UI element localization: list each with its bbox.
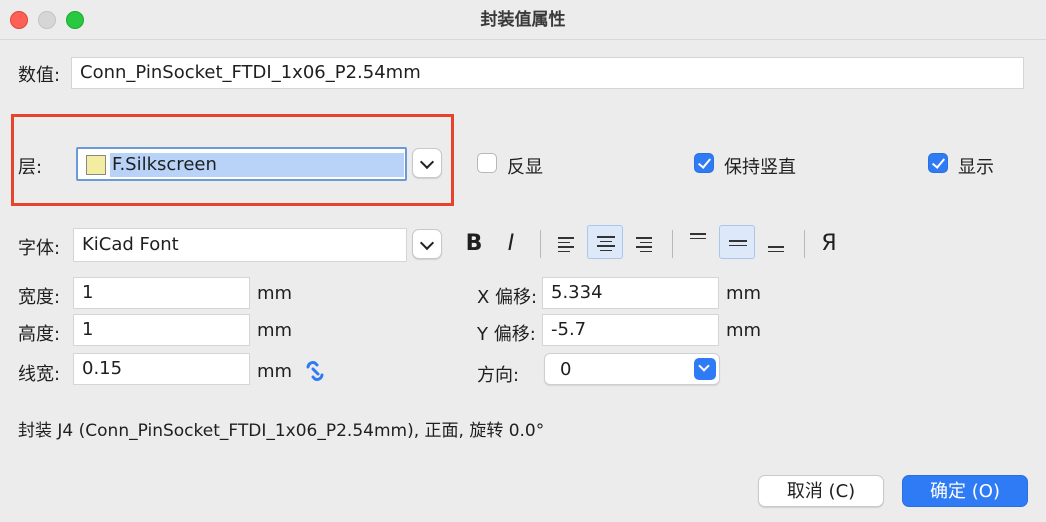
mirror-label: 反显 [507,157,543,178]
width-label: 宽度: [18,287,61,308]
y-offset-input[interactable]: -5.7 [542,314,719,346]
layer-combo[interactable]: F.Silkscreen [76,147,407,181]
visible-label: 显示 [958,157,994,178]
align-center-button[interactable] [587,225,623,259]
width-input[interactable]: 1 [73,277,250,309]
window-title: 封装值属性 [480,10,566,30]
y-offset-unit: mm [726,320,762,341]
valign-top-icon [690,233,706,242]
footprint-info-text: 封装 J4 (Conn_PinSocket_FTDI_1x06_P2.54mm)… [18,421,545,441]
thickness-unit: mm [257,361,293,382]
chevron-down-icon [698,360,710,372]
keep-upright-label: 保持竖直 [724,157,796,178]
x-offset-unit: mm [726,283,762,304]
font-label: 字体: [18,238,61,259]
valign-center-button[interactable] [719,225,755,259]
bold-button[interactable]: B [456,227,492,261]
chevron-down-icon [419,235,435,251]
align-right-button[interactable] [626,227,662,261]
orientation-select[interactable]: 0 [544,353,720,385]
value-input[interactable]: Conn_PinSocket_FTDI_1x06_P2.54mm [71,57,1024,89]
mirror-text-button[interactable]: Я [811,227,847,261]
align-right-icon [636,237,652,255]
orientation-value: 0 [560,359,572,380]
keep-upright-checkbox[interactable] [694,153,714,173]
value-label: 数值: [18,65,61,86]
thickness-label: 线宽: [18,364,61,385]
valign-top-button[interactable] [680,227,716,261]
chevron-down-icon [419,154,435,170]
toolbar-separator [540,230,541,258]
layer-color-swatch [86,155,106,175]
toolbar-separator [672,230,673,258]
orientation-label: 方向: [477,365,520,386]
mirror-checkbox[interactable] [477,153,497,173]
title-bar: 封装值属性 [0,0,1046,40]
thickness-input[interactable]: 0.15 [73,353,250,385]
align-left-icon [558,237,574,255]
link-icon[interactable] [302,358,328,384]
font-combo[interactable]: KiCad Font [73,228,407,262]
italic-button[interactable]: I [493,227,529,261]
y-offset-label: Y 偏移: [477,324,536,345]
valign-bottom-button[interactable] [758,227,794,261]
cancel-button[interactable]: 取消 (C) [758,475,884,507]
align-left-button[interactable] [548,227,584,261]
align-center-icon [597,236,615,254]
valign-center-icon [729,240,747,249]
ok-button[interactable]: 确定 (O) [902,475,1028,507]
visible-checkbox[interactable] [928,153,948,173]
height-unit: mm [257,320,293,341]
height-input[interactable]: 1 [73,314,250,346]
layer-label: 层: [18,157,43,178]
layer-dropdown-button[interactable] [412,148,442,178]
height-label: 高度: [18,324,61,345]
width-unit: mm [257,283,293,304]
x-offset-input[interactable]: 5.334 [542,277,719,309]
valign-bottom-icon [768,246,784,255]
font-dropdown-button[interactable] [412,229,442,259]
toolbar-separator [804,230,805,258]
layer-selected-text[interactable]: F.Silkscreen [110,153,404,177]
x-offset-label: X 偏移: [477,287,538,308]
orientation-dropdown-button[interactable] [694,358,716,380]
